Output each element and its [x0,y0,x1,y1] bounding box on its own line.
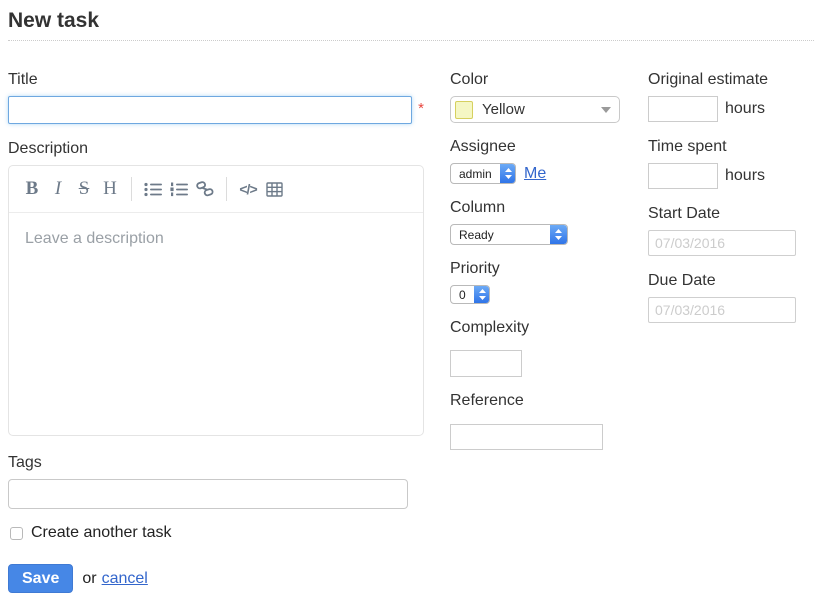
code-button[interactable]: </> [235,174,261,204]
code-icon: </> [239,181,256,197]
strikethrough-icon: S [79,178,90,200]
original-estimate-input[interactable] [648,96,718,122]
time-spent-label: Time spent [648,137,814,156]
description-label: Description [8,139,424,158]
start-date-group: Start Date [648,204,814,256]
hours-unit: hours [725,167,765,185]
italic-button[interactable]: I [45,174,71,204]
due-date-label: Due Date [648,271,814,290]
assignee-group: Assignee admin Me [450,137,620,184]
hours-unit: hours [725,100,765,118]
left-column: Title * Description B I S [8,70,424,593]
complexity-label: Complexity [450,318,620,337]
tags-input[interactable] [8,479,408,509]
start-date-label: Start Date [648,204,814,223]
color-group: Color Yellow [450,70,620,123]
heading-button[interactable]: H [97,174,123,204]
italic-icon: I [55,178,61,200]
column-group: Column Ready [450,198,620,245]
start-date-input[interactable] [648,230,796,256]
reference-input[interactable] [450,424,603,450]
original-estimate-group: Original estimate hours [648,70,814,122]
select-spinner-icon [550,225,567,244]
ordered-list-icon [170,182,189,197]
cancel-link[interactable]: cancel [102,570,148,588]
chevron-down-icon [601,107,611,113]
title-row: * [8,96,424,124]
table-button[interactable] [261,174,287,204]
toolbar-divider [226,177,227,201]
required-asterisk: * [418,100,424,117]
complexity-input[interactable] [450,350,522,377]
bold-button[interactable]: B [19,174,45,204]
create-another-checkbox[interactable] [10,527,23,540]
complexity-group: Complexity [450,318,620,377]
time-spent-row: hours [648,163,814,189]
page-title: New task [8,8,814,41]
strikethrough-button[interactable]: S [71,174,97,204]
create-another-row: Create another task [8,524,424,542]
due-date-group: Due Date [648,271,814,323]
right-column: Original estimate hours Time spent hours… [648,70,814,338]
description-textarea[interactable]: Leave a description [9,213,423,265]
task-form: Title * Description B I S [8,41,814,593]
assignee-label: Assignee [450,137,620,156]
description-editor[interactable]: B I S H [8,165,424,436]
column-selected-value: Ready [451,225,550,244]
column-select[interactable]: Ready [450,224,568,245]
assignee-row: admin Me [450,163,620,184]
new-task-page: New task Title * Description B I S [0,0,822,593]
color-swatch-yellow [455,101,473,119]
color-selected-value: Yellow [482,101,601,118]
editor-toolbar: B I S H [9,166,423,213]
reference-group: Reference [450,391,620,450]
reference-label: Reference [450,391,620,410]
color-select[interactable]: Yellow [450,96,620,123]
unordered-list-button[interactable] [140,174,166,204]
table-icon [266,182,283,197]
ordered-list-button[interactable] [166,174,192,204]
time-spent-group: Time spent hours [648,137,814,189]
tags-label: Tags [8,453,424,472]
create-another-label: Create another task [31,524,172,542]
heading-icon: H [103,178,117,200]
due-date-input[interactable] [648,297,796,323]
priority-group: Priority 0 [450,259,620,304]
priority-selected-value: 0 [451,286,474,303]
select-spinner-icon [474,286,490,303]
title-input[interactable] [8,96,412,124]
link-icon [196,181,214,197]
assign-to-me-link[interactable]: Me [524,165,546,183]
assignee-selected-value: admin [451,164,500,183]
description-placeholder: Leave a description [25,230,164,247]
bold-icon: B [26,178,39,200]
select-spinner-icon [500,164,516,183]
toolbar-divider [131,177,132,201]
middle-column: Color Yellow Assignee admin Me [450,70,620,464]
priority-label: Priority [450,259,620,278]
link-button[interactable] [192,174,218,204]
original-estimate-row: hours [648,96,814,122]
color-label: Color [450,70,620,89]
priority-select[interactable]: 0 [450,285,490,304]
unordered-list-icon [144,182,163,197]
title-label: Title [8,70,424,89]
original-estimate-label: Original estimate [648,70,814,89]
assignee-select[interactable]: admin [450,163,516,184]
column-label: Column [450,198,620,217]
or-text: or [82,570,96,588]
time-spent-input[interactable] [648,163,718,189]
